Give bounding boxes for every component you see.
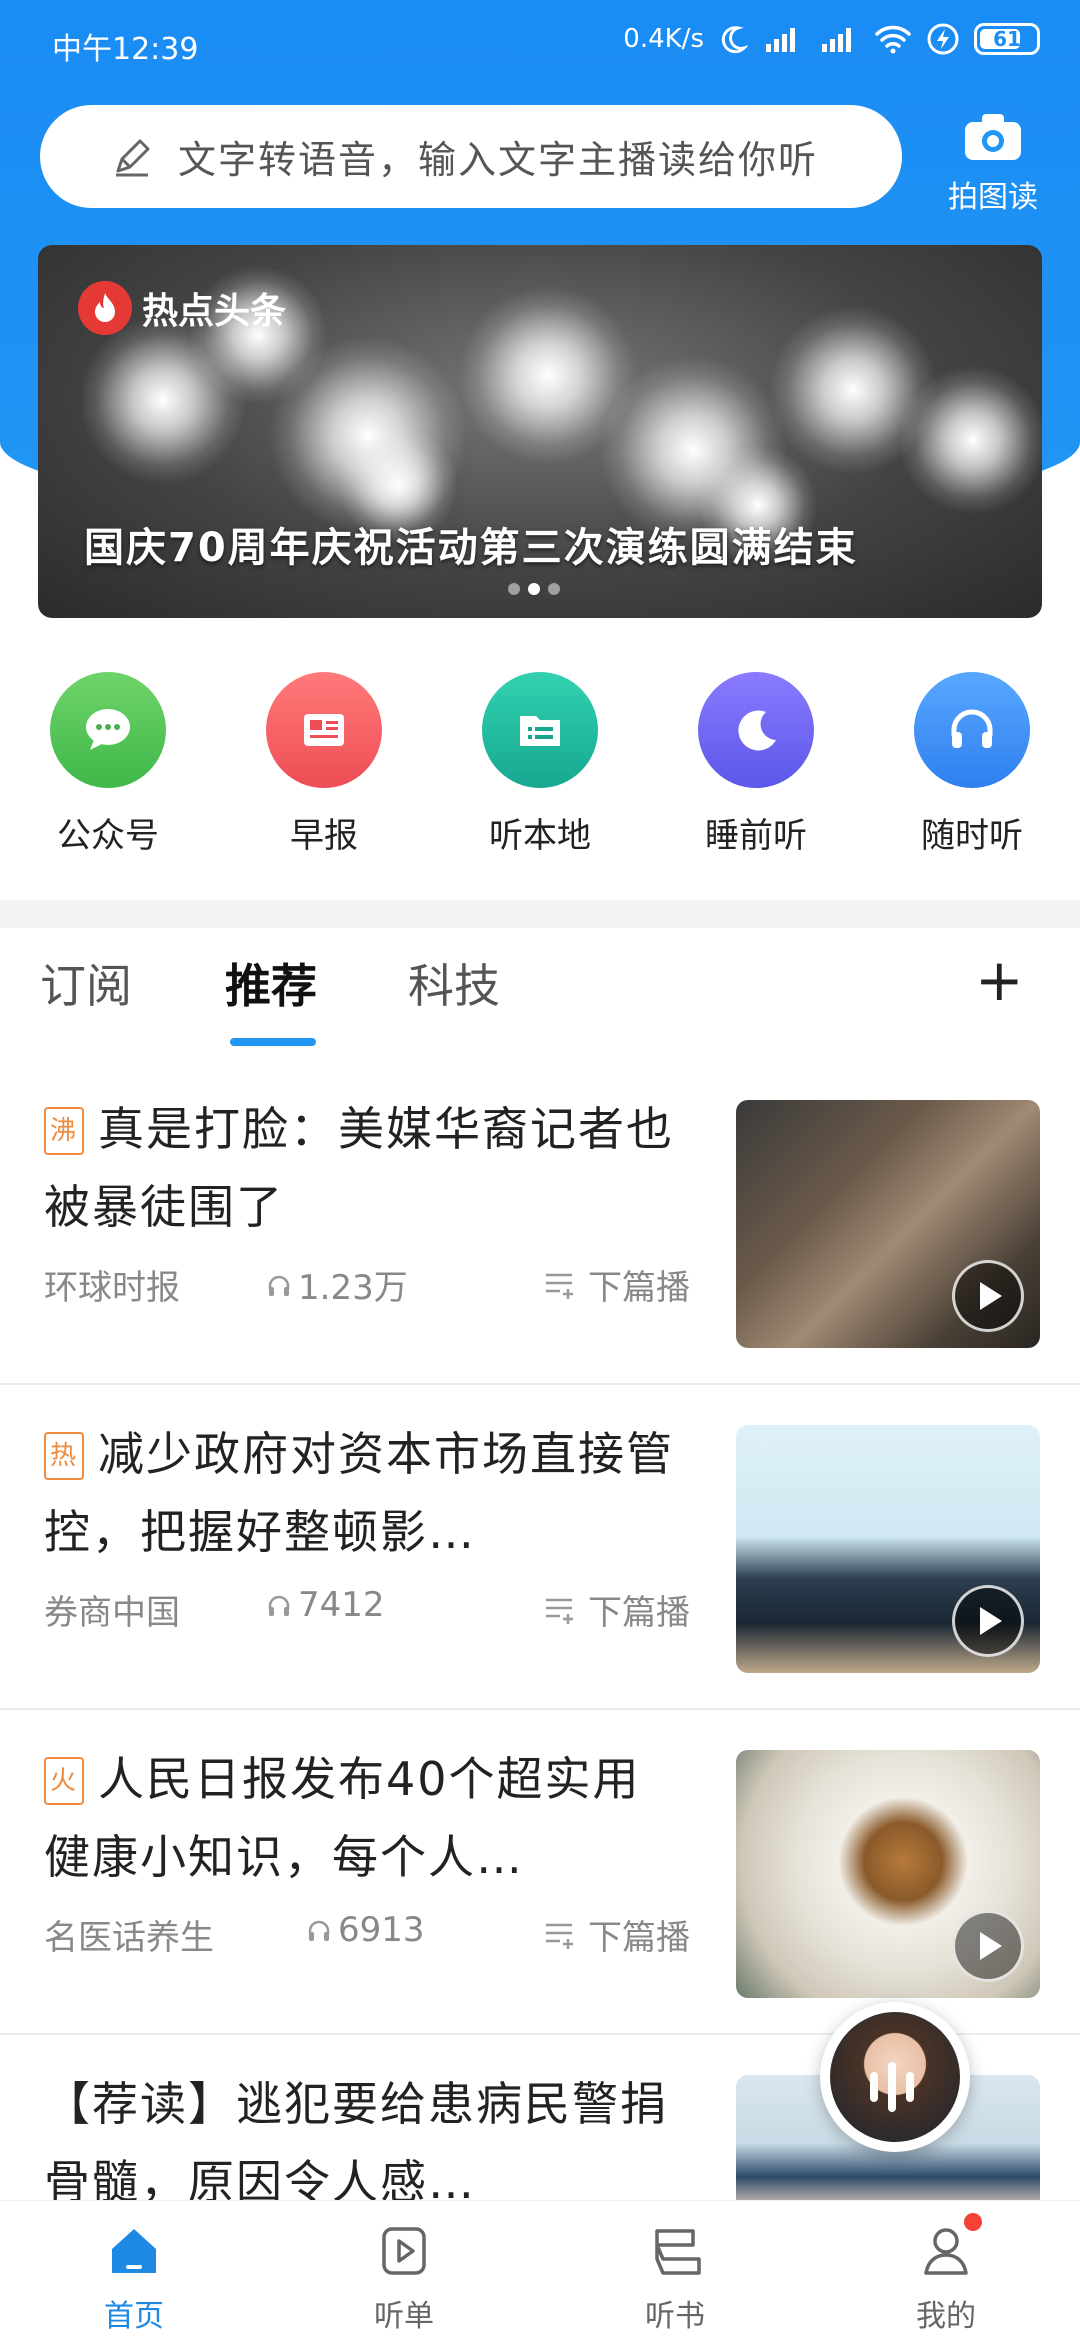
add-tab-button[interactable]: + bbox=[975, 946, 1024, 1014]
notification-dot bbox=[964, 2213, 982, 2231]
quick-action-anytime[interactable]: 随时听 bbox=[892, 672, 1052, 857]
play-count: 1.23万 bbox=[264, 1260, 408, 1309]
category-tabs: 订阅 推荐 科技 + bbox=[0, 946, 1080, 1050]
nav-label: 听单 bbox=[374, 2299, 434, 2334]
banner-title: 国庆70周年庆祝活动第三次演练圆满结束 bbox=[84, 525, 858, 571]
status-bar: 中午12:39 0.4K/s 61 bbox=[0, 0, 1080, 90]
newspaper-icon bbox=[266, 672, 382, 788]
nav-home[interactable]: 首页 bbox=[64, 2219, 204, 2335]
home-icon bbox=[112, 2229, 156, 2273]
tts-search-bar[interactable]: 文字转语音，输入文字主播读给你听 bbox=[40, 105, 902, 208]
nav-playlist[interactable]: 听单 bbox=[334, 2219, 474, 2335]
carousel-dot[interactable] bbox=[548, 583, 560, 595]
search-placeholder: 文字转语音，输入文字主播读给你听 bbox=[178, 138, 819, 182]
quick-action-label: 听本地 bbox=[489, 816, 591, 856]
news-title: 【荐读】逃犯要给患病民警捐骨髓，原因令人感… bbox=[44, 2077, 668, 2209]
play-next-button[interactable]: 下篇播 bbox=[544, 1260, 690, 1309]
quick-actions: 公众号 早报 听本地 睡前听 随时听 bbox=[0, 672, 1080, 872]
news-source: 券商中国 bbox=[44, 1593, 180, 1633]
chat-bubble-icon bbox=[50, 672, 166, 788]
quick-action-public-account[interactable]: 公众号 bbox=[28, 672, 188, 857]
video-play-icon bbox=[952, 1585, 1024, 1657]
headphones-small-icon bbox=[268, 1595, 290, 1616]
news-title: 沸真是打脸：美媒华裔记者也被暴徒围了 bbox=[44, 1102, 674, 1234]
tab-subscribe[interactable]: 订阅 bbox=[40, 950, 132, 1016]
firework-decoration bbox=[898, 365, 1042, 515]
nav-label: 听书 bbox=[645, 2299, 705, 2334]
nav-label: 首页 bbox=[104, 2299, 164, 2334]
news-thumbnail bbox=[736, 1750, 1040, 1998]
news-badge: 热 bbox=[44, 1432, 84, 1480]
photo-read-button[interactable]: 拍图读 bbox=[938, 110, 1048, 216]
news-thumbnail bbox=[736, 1100, 1040, 1348]
news-title: 火人民日报发布40个超实用健康小知识，每个人… bbox=[44, 1752, 641, 1884]
quick-action-morning-news[interactable]: 早报 bbox=[244, 672, 404, 857]
folder-list-icon bbox=[482, 672, 598, 788]
moon-status-icon bbox=[721, 26, 748, 54]
quick-action-label: 随时听 bbox=[921, 816, 1023, 856]
tab-recommend[interactable]: 推荐 bbox=[225, 950, 317, 1016]
wifi-icon bbox=[875, 25, 911, 54]
tab-tech[interactable]: 科技 bbox=[408, 950, 500, 1016]
headphones-small-icon bbox=[308, 1920, 330, 1941]
news-item[interactable]: 火人民日报发布40个超实用健康小知识，每个人… 名医话养生 6913 下篇播 bbox=[0, 1710, 1080, 2035]
play-next-button[interactable]: 下篇播 bbox=[544, 1910, 690, 1959]
bottom-navigation: 首页 听单 听书 我的 bbox=[0, 2200, 1080, 2340]
flame-icon bbox=[78, 281, 132, 335]
photo-read-label: 拍图读 bbox=[948, 180, 1038, 215]
news-badge: 火 bbox=[44, 1757, 84, 1805]
headphones-icon bbox=[914, 672, 1030, 788]
quick-action-bedtime[interactable]: 睡前听 bbox=[676, 672, 836, 857]
anchor-avatar bbox=[830, 2012, 960, 2142]
pencil-icon bbox=[116, 139, 150, 176]
news-source: 环球时报 bbox=[44, 1268, 180, 1308]
hot-tag-label: 热点头条 bbox=[142, 291, 287, 332]
section-divider bbox=[0, 900, 1080, 928]
news-source: 名医话养生 bbox=[44, 1918, 214, 1958]
play-count: 6913 bbox=[304, 1910, 425, 1950]
quick-action-label: 早报 bbox=[290, 816, 358, 856]
play-count: 7412 bbox=[264, 1585, 385, 1625]
queue-add-icon bbox=[546, 1923, 573, 1949]
news-item[interactable]: 沸真是打脸：美媒华裔记者也被暴徒围了 环球时报 1.23万 下篇播 bbox=[0, 1060, 1080, 1385]
nav-audiobook[interactable]: 听书 bbox=[605, 2219, 745, 2335]
network-speed: 0.4K/s bbox=[623, 24, 704, 54]
nav-profile[interactable]: 我的 bbox=[876, 2213, 1016, 2335]
play-next-button[interactable]: 下篇播 bbox=[544, 1585, 690, 1634]
news-thumbnail bbox=[736, 1425, 1040, 1673]
floating-player-avatar[interactable] bbox=[820, 2002, 970, 2152]
queue-add-icon bbox=[546, 1273, 573, 1299]
news-item[interactable]: 热减少政府对资本市场直接管控，把握好整顿影… 券商中国 7412 下篇播 bbox=[0, 1385, 1080, 1710]
active-tab-indicator bbox=[230, 1038, 316, 1046]
news-badge: 沸 bbox=[44, 1107, 84, 1155]
moon-icon bbox=[698, 672, 814, 788]
quick-action-label: 睡前听 bbox=[705, 816, 807, 856]
quick-action-label: 公众号 bbox=[57, 816, 159, 856]
audio-bars-icon bbox=[870, 2062, 914, 2112]
nav-label: 我的 bbox=[916, 2299, 976, 2334]
queue-add-icon bbox=[546, 1598, 573, 1624]
battery-indicator: 61 bbox=[974, 23, 1040, 55]
status-icons: 0.4K/s 61 bbox=[623, 22, 1040, 56]
charging-icon bbox=[927, 23, 959, 55]
news-title: 热减少政府对资本市场直接管控，把握好整顿影… bbox=[44, 1427, 674, 1559]
quick-action-local-listen[interactable]: 听本地 bbox=[460, 672, 620, 857]
carousel-dot-active[interactable] bbox=[528, 583, 540, 595]
play-list-icon bbox=[382, 2227, 426, 2275]
signal-icon bbox=[822, 28, 851, 52]
carousel-dots bbox=[508, 583, 560, 595]
camera-icon bbox=[965, 114, 1021, 160]
video-play-icon bbox=[952, 1260, 1024, 1332]
carousel-dot[interactable] bbox=[508, 583, 520, 595]
video-play-icon bbox=[952, 1910, 1024, 1982]
headphones-small-icon bbox=[268, 1275, 290, 1296]
signal-hd-icon bbox=[766, 28, 795, 52]
book-icon bbox=[655, 2229, 701, 2275]
headline-banner[interactable]: 热点头条 国庆70周年庆祝活动第三次演练圆满结束 bbox=[38, 245, 1042, 618]
hot-news-tag: 热点头条 bbox=[78, 281, 286, 335]
status-time: 中午12:39 bbox=[52, 32, 199, 67]
